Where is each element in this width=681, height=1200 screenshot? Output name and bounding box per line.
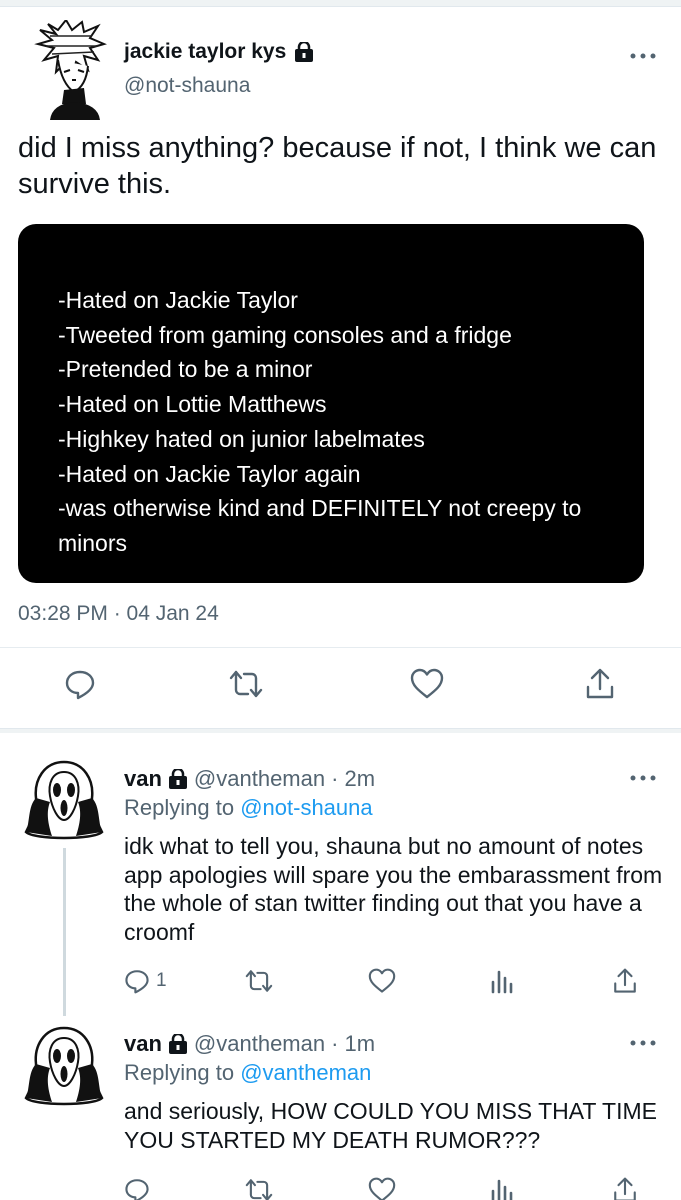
reply-header: van @vantheman · 2m [124,766,375,792]
handle[interactable]: @vantheman [194,1031,325,1057]
like-button[interactable] [368,1172,396,1200]
reply-icon [125,970,149,994]
reply-button[interactable]: 1 [124,963,167,999]
retweet-icon [245,970,273,992]
notes-list: -Hated on Jackie Taylor -Tweeted from ga… [58,283,618,561]
share-button[interactable] [584,662,616,706]
tweet-detail-page: jackie taylor kys @not-shauna did I miss… [0,0,681,1200]
note-line: -Highkey hated on junior labelmates [58,425,425,452]
main-action-bar [0,662,681,706]
retweet-button[interactable] [244,963,274,999]
note-line: -Hated on Lottie Matthews [58,391,327,418]
share-icon [586,668,614,699]
note-line: -was otherwise kind and DEFINITELY not c… [58,495,582,556]
note-line: -Hated on Jackie Taylor again [58,460,361,487]
share-icon [614,968,636,993]
display-name-row[interactable]: jackie taylor kys [124,40,314,64]
retweet-button[interactable] [228,662,264,706]
like-icon [410,668,444,699]
note-line: -Pretended to be a minor [58,356,313,383]
more-dots-icon[interactable] [628,1037,658,1049]
avatar[interactable] [22,758,106,842]
reply-button[interactable] [124,1172,150,1200]
display-name[interactable]: van [124,1031,162,1057]
retweet-button[interactable] [244,1172,274,1200]
like-icon [368,1177,396,1200]
analytics-button[interactable] [490,963,514,999]
reply-header: van @vantheman · 1m [124,1031,375,1057]
retweet-icon [229,670,263,698]
divider [0,647,681,648]
display-name[interactable]: van [124,766,162,792]
analytics-icon [491,1179,513,1200]
top-divider [0,0,681,7]
note-line: -Tweeted from gaming consoles and a frid… [58,321,512,348]
like-icon [368,968,396,993]
reply-count: 1 [156,970,167,991]
reply-text: idk what to tell you, shauna but no amou… [124,833,663,945]
replying-to-link[interactable]: @not-shauna [240,795,372,820]
reply-text: and seriously, HOW COULD YOU MISS THAT T… [124,1098,657,1153]
like-button[interactable] [368,963,396,999]
relative-time[interactable]: · 1m [331,1031,375,1057]
avatar[interactable] [28,20,114,120]
replying-to: Replying to @not-shauna [124,795,373,821]
relative-time[interactable]: · 2m [331,766,375,792]
lock-icon [168,769,187,789]
share-button[interactable] [612,1172,638,1200]
more-dots-icon[interactable] [628,772,658,784]
share-icon [614,1177,636,1200]
section-divider [0,728,681,733]
replying-to-link[interactable]: @vantheman [240,1060,371,1085]
reply-icon [125,1179,149,1200]
handle[interactable]: @not-shauna [124,74,250,98]
retweet-icon [245,1179,273,1200]
reply-button[interactable] [64,662,96,706]
tweet-text: did I miss anything? because if not, I t… [18,132,657,200]
analytics-button[interactable] [490,1172,514,1200]
timestamp[interactable]: 03:28 PM · 04 Jan 24 [18,602,219,626]
reply-action-bar [124,1172,644,1200]
more-dots-icon[interactable] [628,50,658,62]
avatar[interactable] [22,1024,106,1108]
replying-to: Replying to @vantheman [124,1060,371,1086]
replying-to-label: Replying to [124,795,235,820]
reply-action-bar: 1 [124,963,644,999]
handle[interactable]: @vantheman [194,766,325,792]
lock-icon [295,42,314,62]
notes-app-image[interactable]: -Hated on Jackie Taylor -Tweeted from ga… [18,224,644,583]
display-name[interactable]: jackie taylor kys [124,40,286,64]
lock-icon [168,1034,187,1054]
replying-to-label: Replying to [124,1060,235,1085]
analytics-icon [491,970,513,994]
like-button[interactable] [410,662,444,706]
thread-connector [63,848,66,1016]
note-line: -Hated on Jackie Taylor [58,287,298,313]
share-button[interactable] [612,963,638,999]
reply-icon [65,670,95,700]
